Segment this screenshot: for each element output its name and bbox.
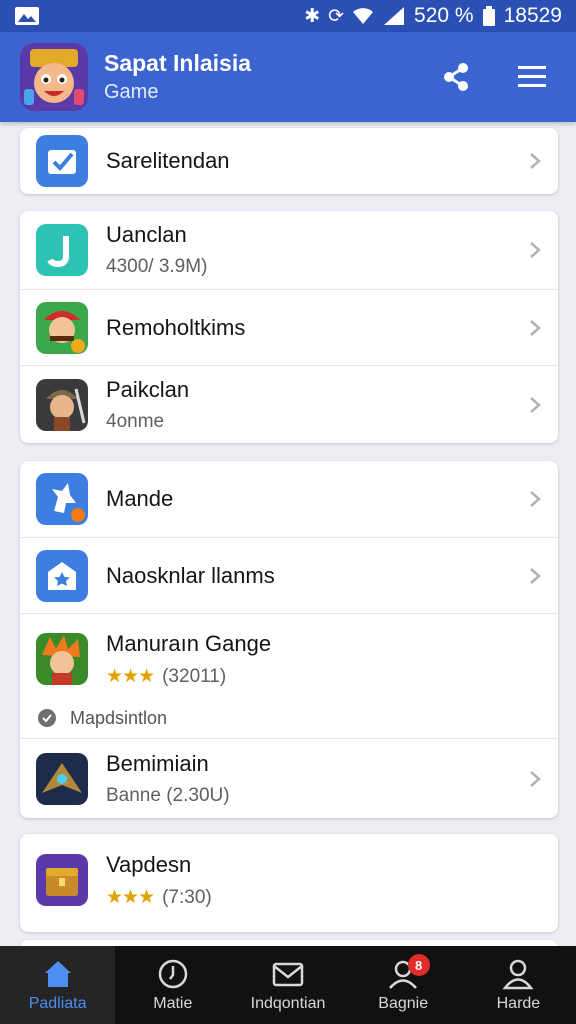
item-title: Remoholtkims: [106, 314, 246, 340]
chevron-right-icon: [530, 242, 541, 258]
nav-label: Indqontian: [250, 995, 326, 1012]
list-item[interactable]: Naosknlar llanms: [20, 537, 558, 613]
battery-icon: [482, 6, 495, 26]
list-item[interactable]: Remoholtkims: [20, 289, 558, 365]
nav-item-mail[interactable]: Indqontian: [230, 946, 345, 1024]
card-group-4: Vapdesn ★★★ (7:30): [20, 834, 558, 932]
item-title: Naosknlar llanms: [106, 562, 275, 588]
share-icon: [444, 63, 468, 91]
nav-label: Harde: [496, 995, 541, 1012]
game-chest-icon: [36, 854, 88, 906]
item-subtitle: 4onme: [106, 410, 165, 432]
item-title: Paikclan: [106, 376, 190, 402]
list-item[interactable]: Mande: [20, 461, 558, 537]
chevron-right-icon: [530, 153, 541, 169]
list-item[interactable]: Manuraın Gange ★★★ (32011): [20, 614, 558, 698]
clock-time: 18529: [503, 4, 562, 27]
game-spaceship-icon: [36, 752, 88, 805]
chat-icon: [38, 709, 56, 727]
chevron-right-icon: [530, 396, 541, 413]
nav-label: Matie: [153, 995, 193, 1012]
bottom-navigation: Padliata Matie Indqontian 8 Bagnie Harde: [0, 946, 576, 1024]
nav-item-home[interactable]: Padliata: [0, 946, 116, 1024]
item-title: Sarelitendan: [106, 148, 230, 173]
envelope-star-icon: [36, 549, 88, 602]
game-hero-icon: [36, 633, 88, 685]
wifi-icon: [353, 8, 374, 24]
card-group-2: Uanclan 4300/ 3.9M) Remoholtkims Paikcla…: [20, 211, 558, 443]
clock-icon: [158, 959, 188, 989]
rating-count: (32011): [162, 665, 227, 687]
item-rating: ★★★ (32011): [106, 665, 271, 688]
list-item[interactable]: Bemimiain Banne (2.30U): [20, 738, 558, 818]
app-bar: Sapat Inlaisia Game: [0, 32, 576, 122]
notification-badge: 8: [407, 954, 430, 976]
list-item[interactable]: Uanclan 4300/ 3.9M): [20, 211, 558, 289]
card-group-3: Mande Naosknlar llanms Manuraın Gange ★★…: [20, 461, 558, 818]
item-title: Bemimiain: [106, 750, 209, 776]
app-title: Sapat Inlaisia: [104, 50, 252, 76]
share-button[interactable]: [440, 61, 472, 93]
nav-label: Padliata: [28, 995, 87, 1012]
battery-text: 520 %: [414, 4, 474, 27]
rating-count: (7:30): [162, 886, 212, 908]
mail-icon: [272, 962, 304, 987]
item-subtitle: 4300/ 3.9M): [106, 256, 208, 277]
j-app-icon: [36, 224, 88, 276]
item-rating: ★★★ (7:30): [106, 886, 212, 909]
rating-stars: ★★★: [106, 886, 155, 908]
content-list: Sarelitendan Uanclan 4300/ 3.9M) Remohol…: [0, 122, 576, 946]
list-item[interactable]: Paikclan 4onme: [20, 365, 558, 443]
list-item-rated[interactable]: Manuraın Gange ★★★ (32011) Mapdsintlon: [20, 613, 558, 738]
signal-icon: [384, 7, 405, 25]
item-title: Vapdesn: [106, 851, 192, 877]
status-bar: ✱ ⟳ 520 % 18529: [0, 0, 576, 32]
nav-label: Bagnie: [378, 995, 429, 1012]
unicorn-app-icon: [36, 473, 88, 525]
nav-item-notifications[interactable]: 8 Bagnie: [346, 946, 461, 1024]
game-warrior-icon: [36, 378, 88, 431]
item-title: Mande: [106, 486, 174, 511]
rating-stars: ★★★: [106, 665, 155, 687]
list-item[interactable]: Vapdesn ★★★ (7:30): [20, 834, 558, 918]
item-title: Uanclan: [106, 222, 187, 247]
chevron-right-icon: [530, 319, 541, 336]
hamburger-menu-icon: [518, 66, 546, 87]
nav-item-matie[interactable]: Matie: [115, 946, 230, 1024]
developer-row[interactable]: Mapdsintlon: [20, 698, 558, 738]
app-subtitle: Game: [104, 81, 159, 103]
item-title: Manuraın Gange: [106, 630, 272, 656]
checkbox-icon: [36, 135, 88, 187]
menu-button[interactable]: [516, 61, 548, 93]
image-notification-icon: [15, 7, 39, 25]
card-settings: Sarelitendan: [20, 128, 558, 194]
item-subtitle: Banne (2.30U): [106, 784, 230, 806]
chevron-right-icon: [530, 567, 541, 584]
sync-icon: ⟳: [328, 5, 345, 27]
chevron-right-icon: [530, 770, 541, 787]
game-mario-icon: [36, 301, 88, 354]
bluetooth-icon: ✱: [304, 5, 321, 27]
chevron-right-icon: [530, 491, 541, 507]
list-item[interactable]: Sarelitendan: [20, 128, 558, 194]
app-logo: [20, 43, 88, 111]
developer-name: Mapdsintlon: [70, 707, 168, 728]
home-icon: [44, 961, 71, 987]
nav-item-profile[interactable]: Harde: [461, 946, 576, 1024]
profile-icon: [502, 959, 534, 990]
